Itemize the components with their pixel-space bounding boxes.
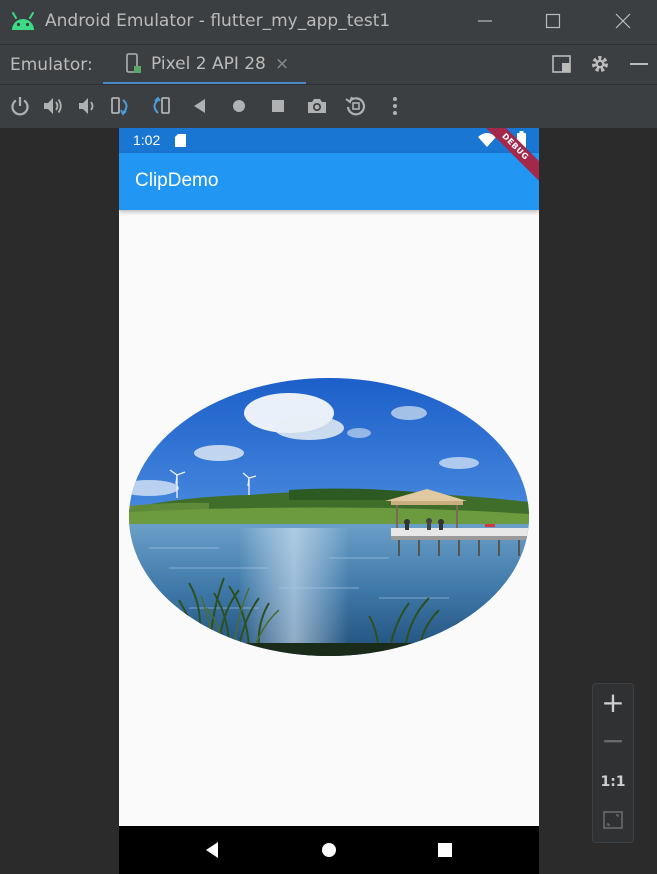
zoom-out-button[interactable]: − bbox=[593, 724, 633, 757]
emulator-label: Emulator: bbox=[10, 55, 93, 75]
rotate-right-icon bbox=[153, 96, 170, 114]
home-button[interactable] bbox=[228, 95, 250, 117]
nav-overview-icon[interactable] bbox=[436, 840, 454, 860]
app-bar: ClipDemo bbox=[119, 153, 539, 210]
maximize-button[interactable] bbox=[530, 0, 576, 44]
hide-panel-icon[interactable] bbox=[628, 53, 650, 75]
status-time: 1:02 bbox=[133, 132, 161, 148]
device-phone-icon bbox=[126, 53, 141, 73]
maximize-icon bbox=[545, 13, 561, 29]
snapshot-button[interactable] bbox=[345, 95, 367, 117]
back-button[interactable] bbox=[189, 95, 211, 117]
app-title: ClipDemo bbox=[135, 170, 219, 191]
actual-size-button[interactable]: 1:1 bbox=[593, 774, 633, 790]
status-bar: 1:02 bbox=[119, 128, 539, 153]
screenshot-button[interactable] bbox=[306, 95, 328, 117]
android-logo-icon bbox=[12, 12, 34, 30]
back-icon bbox=[194, 99, 205, 113]
gear-icon[interactable] bbox=[589, 53, 611, 75]
overview-icon bbox=[272, 100, 284, 112]
minimize-icon bbox=[478, 20, 492, 22]
rotate-left-button[interactable] bbox=[110, 95, 132, 117]
clipped-landscape-image bbox=[129, 378, 529, 656]
window-title: Android Emulator - flutter_my_app_test1 bbox=[45, 11, 391, 31]
nav-back-icon[interactable] bbox=[203, 840, 221, 860]
emulator-tab-strip: Emulator: Pixel 2 API 28 × bbox=[0, 44, 657, 85]
navigation-bar bbox=[119, 826, 539, 874]
power-button[interactable] bbox=[9, 95, 31, 117]
window-title-bar: Android Emulator - flutter_my_app_test1 bbox=[0, 0, 657, 44]
snapshot-icon bbox=[345, 96, 366, 116]
more-vertical-icon bbox=[393, 97, 397, 115]
tab-device[interactable]: Pixel 2 API 28 × bbox=[103, 45, 306, 85]
volume-down-button[interactable] bbox=[76, 95, 98, 117]
zoom-in-button[interactable]: + bbox=[593, 686, 633, 719]
minimize-button[interactable] bbox=[462, 0, 508, 44]
dock-layout-icon[interactable] bbox=[551, 53, 573, 75]
device-tab-label: Pixel 2 API 28 bbox=[151, 54, 266, 74]
power-icon bbox=[11, 97, 29, 116]
sd-card-icon bbox=[175, 134, 186, 147]
volume-down-icon bbox=[79, 98, 94, 114]
home-icon bbox=[233, 100, 245, 112]
emulator-toolbar bbox=[0, 84, 657, 129]
fit-screen-icon bbox=[603, 811, 623, 829]
fit-screen-button[interactable] bbox=[593, 810, 633, 834]
zoom-panel: + − 1:1 bbox=[592, 683, 634, 843]
volume-up-button[interactable] bbox=[42, 95, 64, 117]
camera-icon bbox=[308, 99, 326, 113]
rotate-left-icon bbox=[111, 97, 128, 116]
more-options-button[interactable] bbox=[384, 95, 406, 117]
nav-home-icon[interactable] bbox=[320, 840, 338, 860]
volume-up-icon bbox=[44, 98, 62, 114]
tab-close-icon[interactable]: × bbox=[275, 54, 289, 74]
device-screen[interactable]: 1:02 ClipDemo DEBUG bbox=[119, 128, 539, 874]
overview-button[interactable] bbox=[267, 95, 289, 117]
close-icon bbox=[615, 13, 631, 29]
close-window-button[interactable] bbox=[600, 0, 646, 44]
rotate-right-button[interactable] bbox=[149, 95, 171, 117]
